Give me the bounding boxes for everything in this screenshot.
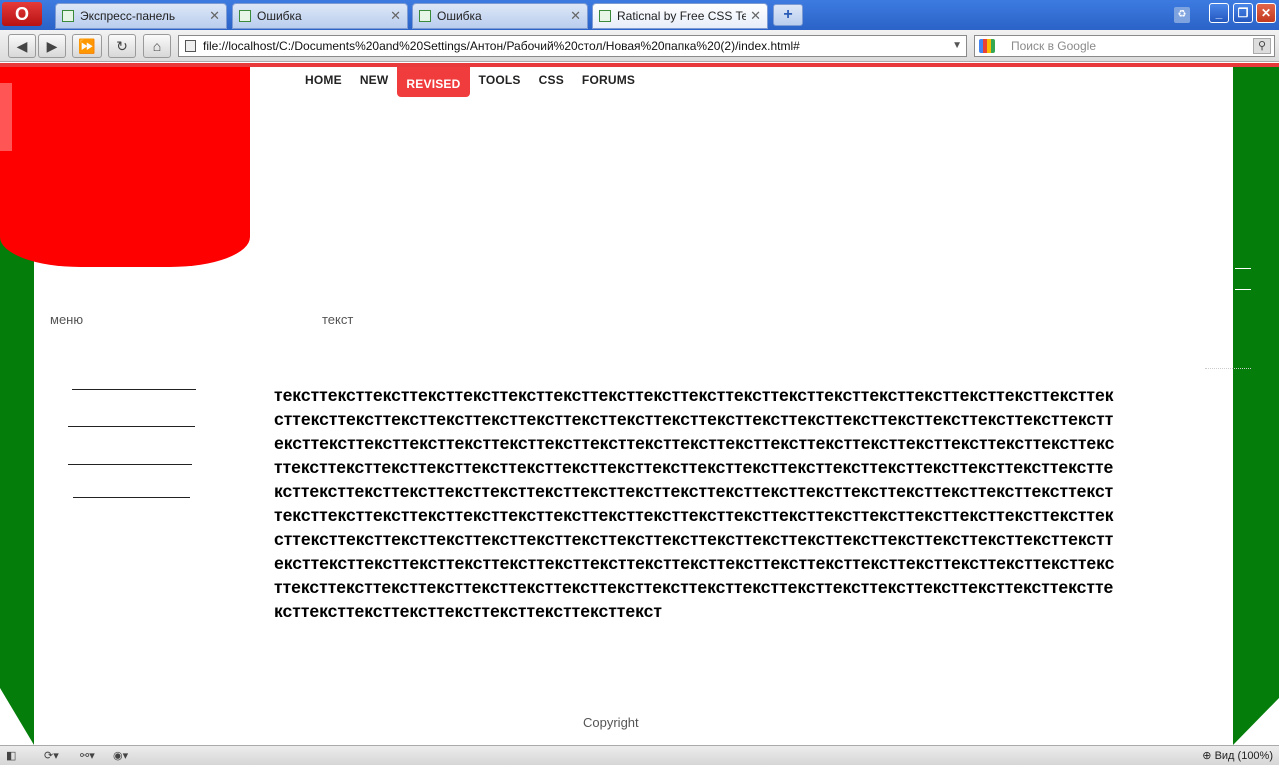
close-icon[interactable]: ✕	[209, 8, 220, 24]
home-button[interactable]: ⌂	[143, 34, 171, 58]
restore-button[interactable]: ❐	[1233, 3, 1253, 23]
forward-button[interactable]: ▶	[38, 34, 66, 58]
search-placeholder: Поиск в Google	[1011, 39, 1096, 53]
zoom-icon: ⊕	[1202, 750, 1215, 762]
menu-item-tools[interactable]: TOOLS	[470, 67, 530, 93]
trash-icon[interactable]: ♻	[1174, 7, 1190, 23]
sidebar-heading: меню	[50, 312, 84, 327]
page-icon	[185, 40, 196, 52]
page-viewport: HOME NEW REVISED TOOLS CSS FORUMS меню т…	[0, 63, 1279, 745]
unite-icon[interactable]: ⚯▾	[80, 749, 95, 763]
tab-label: Raticnal by Free CSS Te...	[617, 9, 747, 23]
panel-toggle-icon[interactable]: ◧	[6, 749, 16, 763]
right-border-corner	[1233, 698, 1279, 745]
search-field[interactable]: Поиск в Google ⚲	[974, 35, 1275, 57]
chevron-down-icon[interactable]: ▼	[952, 36, 962, 56]
close-icon[interactable]: ✕	[390, 8, 401, 24]
address-bar[interactable]: file://localhost/C:/Documents%20and%20Se…	[178, 35, 967, 57]
sidebar-link-4[interactable]	[73, 497, 190, 498]
tab-label: Ошибка	[257, 9, 302, 23]
close-window-button[interactable]: ✕	[1256, 3, 1276, 23]
footer-copyright: Copyright	[583, 715, 639, 730]
sidebar-link-1[interactable]	[72, 389, 196, 390]
main-content-text: тексттексттексттексттексттексттексттекст…	[274, 385, 1115, 621]
menu-item-css[interactable]: CSS	[530, 67, 573, 93]
page-icon	[599, 10, 611, 22]
zoom-label: Вид (100%)	[1214, 750, 1273, 762]
page-icon	[62, 10, 74, 22]
turbo-icon[interactable]: ◉▾	[113, 749, 128, 763]
divider	[1205, 368, 1251, 369]
right-border-marks	[1235, 268, 1251, 290]
new-tab-button[interactable]: +	[773, 4, 803, 26]
menu-item-revised[interactable]: REVISED	[397, 67, 470, 97]
right-green-border	[1233, 67, 1279, 745]
status-bar: ◧ ⟳▾ ⚯▾ ◉▾ ⊕ Вид (100%)	[0, 745, 1279, 765]
address-text: file://localhost/C:/Documents%20and%20Se…	[203, 39, 800, 53]
fast-forward-button[interactable]: ⏩	[72, 34, 102, 58]
content-heading: текст	[322, 312, 354, 327]
page-icon	[239, 10, 251, 22]
left-border-corner	[0, 688, 34, 745]
navigation-toolbar: ◀ ▶ ⏩ ↻ ⌂ file://localhost/C:/Documents%…	[0, 30, 1279, 62]
reload-button[interactable]: ↻	[108, 34, 136, 58]
menu-item-home[interactable]: HOME	[296, 67, 351, 93]
search-icon[interactable]: ⚲	[1253, 38, 1271, 54]
tab-error-1[interactable]: Ошибка ✕	[232, 3, 408, 29]
back-button[interactable]: ◀	[8, 34, 36, 58]
tab-error-2[interactable]: Ошибка ✕	[412, 3, 588, 29]
zoom-control[interactable]: ⊕ Вид (100%)	[1202, 749, 1273, 762]
close-icon[interactable]: ✕	[750, 8, 761, 24]
browser-tab-bar: O Экспресс-панель ✕ Ошибка ✕ Ошибка ✕ Ra…	[0, 0, 1279, 30]
logo-redacted-area	[0, 67, 250, 267]
tab-label: Экспресс-панель	[80, 9, 176, 23]
tab-express-panel[interactable]: Экспресс-панель ✕	[55, 3, 227, 29]
main-menu: HOME NEW REVISED TOOLS CSS FORUMS	[296, 67, 644, 97]
menu-item-new[interactable]: NEW	[351, 67, 398, 93]
page-icon	[419, 10, 431, 22]
tab-ratiocnal[interactable]: Raticnal by Free CSS Te... ✕	[592, 3, 768, 29]
minimize-button[interactable]: _	[1209, 3, 1229, 23]
close-icon[interactable]: ✕	[570, 8, 581, 24]
sync-icon[interactable]: ⟳▾	[44, 749, 59, 763]
tab-label: Ошибка	[437, 9, 482, 23]
google-icon[interactable]	[979, 39, 995, 53]
menu-item-forums[interactable]: FORUMS	[573, 67, 644, 93]
sidebar-link-3[interactable]	[68, 464, 192, 465]
logo-edge	[0, 83, 12, 151]
opera-menu-button[interactable]: O	[2, 2, 42, 26]
sidebar-link-2[interactable]	[68, 426, 195, 427]
